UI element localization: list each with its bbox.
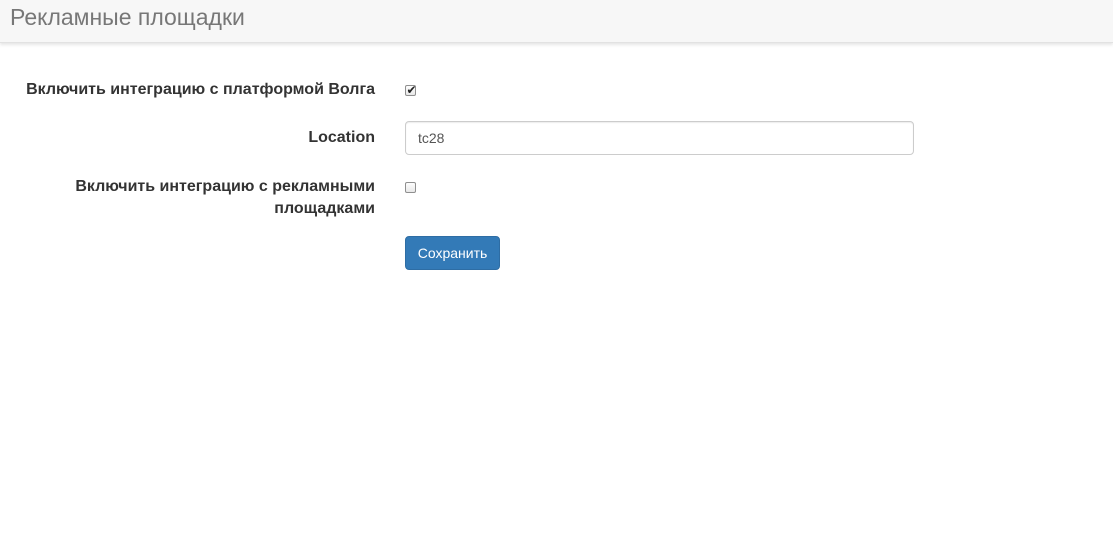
page-header: Рекламные площадки — [0, 0, 1113, 43]
ad-integration-label-line2: площадками — [274, 200, 375, 217]
check-icon: ✔ — [406, 83, 417, 97]
save-button[interactable]: Сохранить — [405, 236, 500, 270]
ad-integration-label-line1: Включить интеграцию с рекламными — [75, 178, 375, 195]
page-title: Рекламные площадки — [10, 4, 245, 30]
volga-integration-checkbox[interactable]: ✔ — [405, 83, 417, 97]
location-label: Location — [308, 129, 375, 146]
volga-integration-label: Включить интеграцию с платформой Волга — [26, 81, 375, 98]
ad-integration-checkbox[interactable] — [405, 182, 416, 193]
ad-integration-label: Включить интеграцию с рекламными площадк… — [75, 176, 375, 220]
location-input[interactable] — [405, 121, 914, 155]
